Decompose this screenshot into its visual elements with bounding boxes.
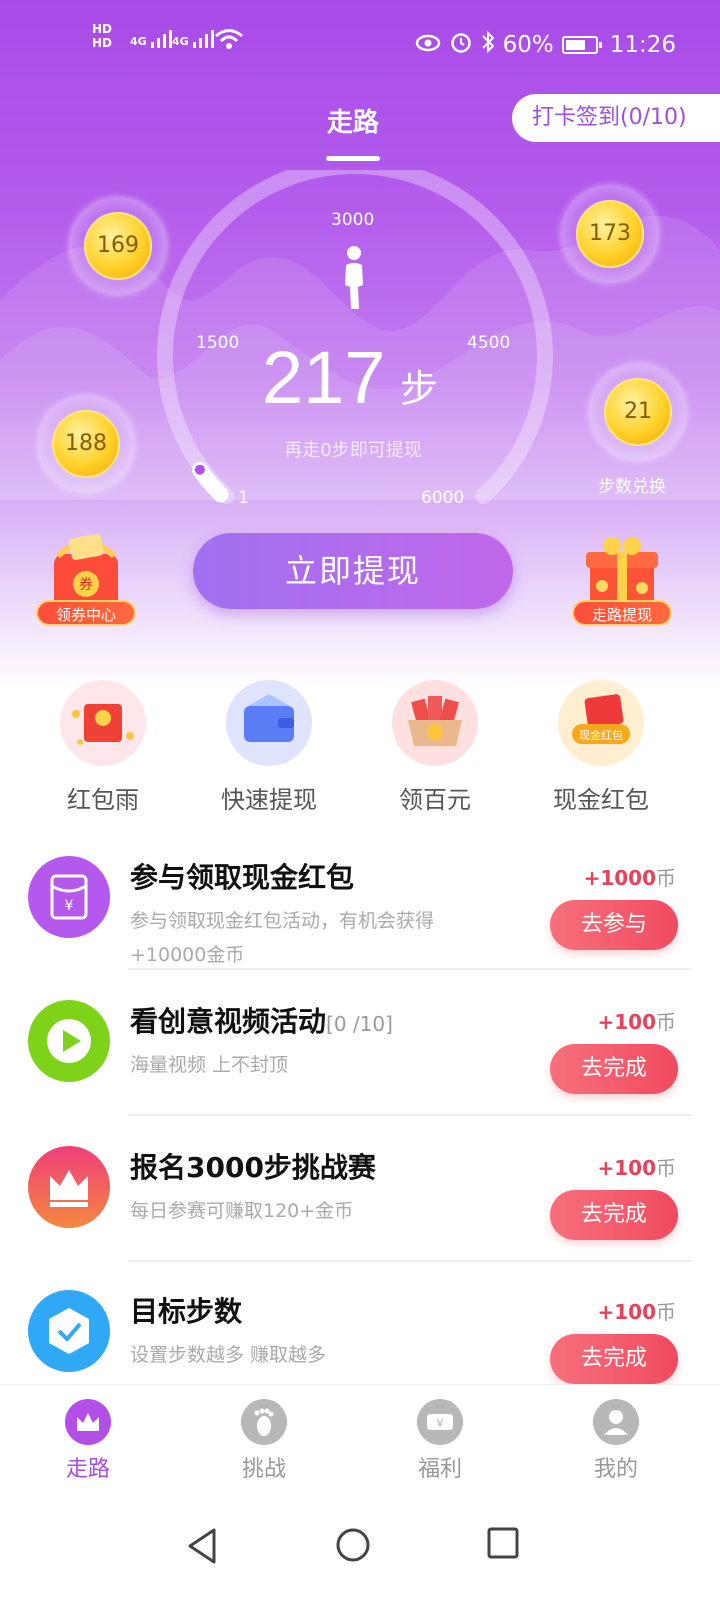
divider: [128, 1114, 692, 1116]
task-title: 目标步数: [130, 1295, 243, 1328]
hero-section: HD HD 4G 4G 60% 11:26 走路 打卡签到(0/10) 3000…: [0, 0, 720, 690]
crown-icon: [65, 1399, 111, 1445]
quick-label: 快速提现: [221, 786, 317, 814]
step-unit: 步: [400, 367, 439, 411]
nav-label: 走路: [65, 1457, 110, 1482]
status-bar: HD HD 4G 4G 60% 11:26: [0, 0, 720, 90]
quick-item-cash-red-packet[interactable]: 现金红包 现金红包: [516, 680, 686, 815]
task-reward: +100币: [597, 1300, 676, 1324]
step-exchange-label: 步数兑换: [598, 477, 666, 497]
red-envelope-rain-icon: [60, 680, 146, 766]
wifi-icon: [214, 28, 244, 53]
alarm-icon: [449, 30, 473, 60]
ticket-icon: ¥: [417, 1399, 463, 1445]
quick-label: 现金红包: [553, 786, 649, 814]
walk-withdraw-button[interactable]: 走路提现: [572, 526, 672, 626]
task-row-cash-red-packet: ¥ 参与领取现金红包 参与领取现金红包活动，有机会获得+10000金币 +100…: [0, 856, 706, 1002]
coin-icon: 173: [576, 200, 644, 268]
quick-label: 红包雨: [67, 786, 139, 814]
gauge-mark-6000: 6000: [421, 488, 465, 508]
crown-task-icon: [28, 1146, 110, 1228]
coin-bubble-169[interactable]: 169: [70, 198, 166, 294]
task-desc: 海量视频 上不封顶: [130, 1054, 289, 1076]
cash-red-packet-icon: 现金红包: [558, 680, 644, 766]
task-title: 报名3000步挑战赛: [130, 1151, 376, 1184]
cash-packet-badge: 现金红包: [579, 728, 623, 742]
quick-label: 领百元: [399, 786, 471, 814]
user-icon: [593, 1399, 639, 1445]
task-reward: +1000币: [583, 866, 676, 890]
coupon-center-label: 领券中心: [36, 600, 136, 626]
system-navigation-bar: [0, 1496, 720, 1600]
coupon-mark: 券: [79, 577, 93, 593]
gauge-mark-4500: 4500: [467, 333, 511, 353]
task-button-join[interactable]: 去参与: [550, 900, 678, 950]
svg-text:¥: ¥: [437, 1417, 444, 1430]
nav-label: 挑战: [241, 1457, 286, 1482]
svg-text:¥: ¥: [65, 898, 74, 914]
nav-walk[interactable]: 走路: [28, 1399, 148, 1483]
gauge-mark-1: 1: [238, 488, 249, 508]
bluetooth-icon: [481, 30, 495, 60]
nav-me[interactable]: 我的: [556, 1399, 676, 1483]
task-desc: 每日参赛可赚取120+金币: [130, 1200, 354, 1222]
wallet-icon: [226, 680, 312, 766]
task-button-complete[interactable]: 去完成: [550, 1334, 678, 1384]
battery-percent: 60%: [502, 32, 554, 58]
signal-icon: 4G: [130, 30, 175, 48]
footprint-icon: [241, 1399, 287, 1445]
status-right: 60% 11:26: [415, 30, 676, 60]
task-desc: 设置步数越多 赚取越多: [130, 1344, 327, 1366]
battery-icon: [561, 36, 602, 54]
nav-label: 福利: [417, 1457, 462, 1482]
task-button-complete[interactable]: 去完成: [550, 1044, 678, 1094]
nav-challenge[interactable]: 挑战: [204, 1399, 324, 1483]
recents-icon[interactable]: [486, 1526, 520, 1560]
task-reward: +100币: [597, 1156, 676, 1180]
quick-item-red-envelope-rain[interactable]: 红包雨: [18, 680, 188, 815]
task-row-video: 看创意视频活动[0 /10] 海量视频 上不封顶 +100币 去完成: [0, 1000, 706, 1146]
coin-bubble-188[interactable]: 188: [38, 396, 134, 492]
red-packet-task-icon: ¥: [28, 856, 110, 938]
coin-bubble-21[interactable]: 21: [590, 364, 686, 460]
coin-icon: 21: [604, 378, 672, 446]
task-row-challenge: 报名3000步挑战赛 每日参赛可赚取120+金币 +100币 去完成: [0, 1146, 706, 1292]
quick-item-fast-withdraw[interactable]: 快速提现: [184, 680, 354, 815]
task-reward: +100币: [597, 1010, 676, 1034]
back-icon[interactable]: [184, 1526, 220, 1566]
nav-label: 我的: [593, 1457, 638, 1482]
signal-icon-2: 4G: [172, 30, 217, 48]
gauge-progress-dot: [194, 464, 205, 475]
tab-underline: [326, 156, 380, 161]
coin-icon: 169: [84, 212, 152, 280]
coin-bubble-173[interactable]: 173: [562, 186, 658, 282]
gauge-mark-3000: 3000: [331, 210, 375, 230]
task-title: 看创意视频活动[0 /10]: [130, 1005, 393, 1038]
task-title: 参与领取现金红包: [130, 861, 355, 894]
checkin-button[interactable]: 打卡签到(0/10): [512, 94, 720, 142]
cash-hundred-icon: [392, 680, 478, 766]
divider: [128, 1260, 692, 1262]
check-shield-task-icon: [28, 1290, 110, 1372]
nav-welfare[interactable]: ¥ 福利: [380, 1399, 500, 1483]
bottom-navigation: 走路 挑战 ¥ 福利 我的: [0, 1384, 720, 1496]
walker-icon: [345, 246, 363, 309]
eye-icon: [415, 32, 441, 58]
withdraw-now-button[interactable]: 立即提现: [193, 533, 513, 609]
walk-withdraw-label: 走路提现: [572, 600, 672, 626]
divider: [128, 968, 692, 970]
quick-item-hundred-yuan[interactable]: 领百元: [350, 680, 520, 815]
play-task-icon: [28, 1000, 110, 1082]
coin-icon: 188: [52, 410, 120, 478]
task-desc: 参与领取现金红包活动，有机会获得+10000金币: [130, 910, 435, 966]
clock-time: 11:26: [609, 32, 676, 58]
step-count: 217: [262, 336, 386, 419]
hd-indicator: HD HD: [92, 22, 113, 50]
home-icon[interactable]: [334, 1526, 372, 1564]
gauge-mark-1500: 1500: [196, 333, 240, 353]
task-progress: [0 /10]: [326, 1012, 393, 1036]
quick-actions: 红包雨 快速提现 领百元 现金红包 现金红包: [0, 680, 706, 820]
task-button-complete[interactable]: 去完成: [550, 1190, 678, 1240]
coupon-center-button[interactable]: 券 领券中心: [36, 526, 136, 626]
